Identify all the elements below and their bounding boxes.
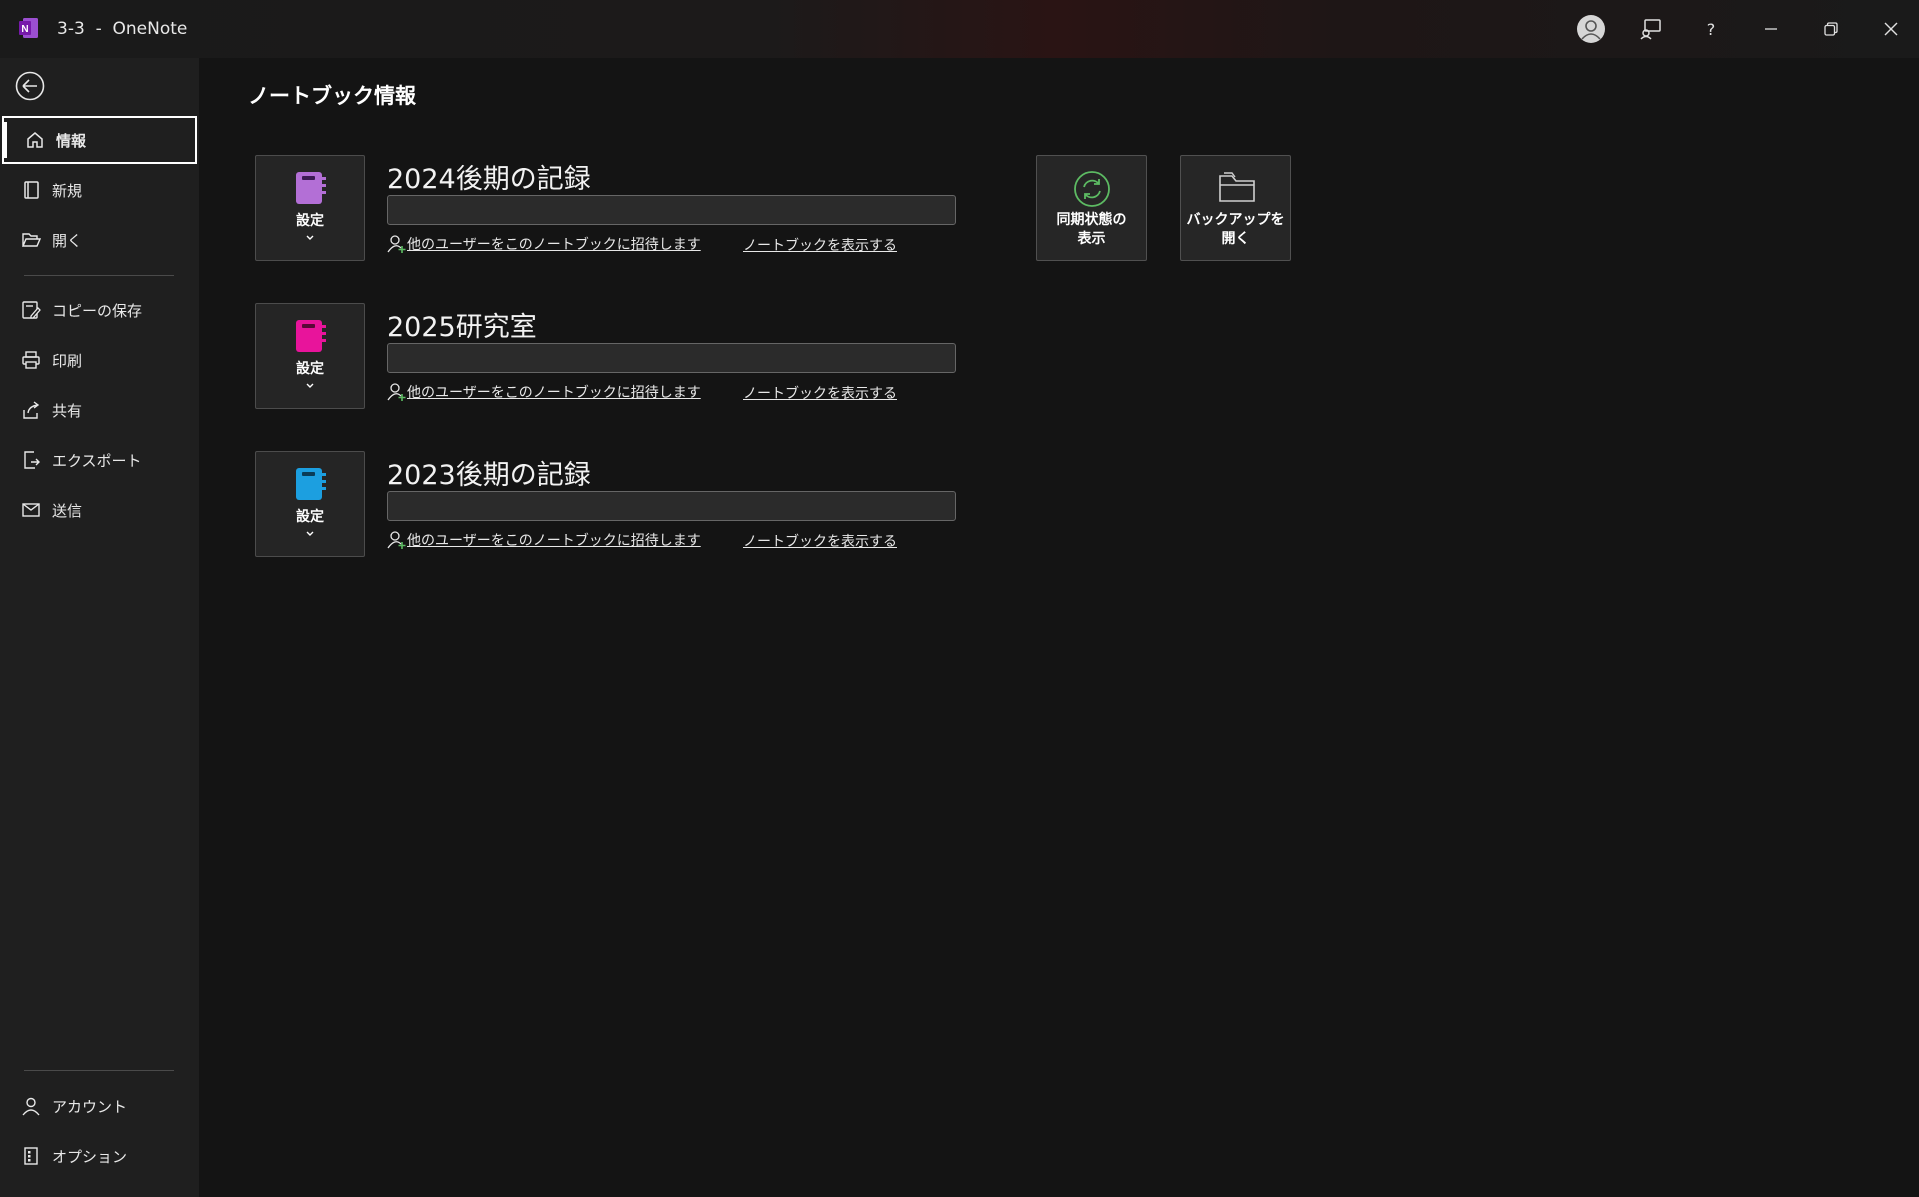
add-person-icon bbox=[387, 531, 406, 549]
notebook-icon bbox=[296, 320, 326, 352]
view-notebook-link[interactable]: ノートブックを表示する bbox=[743, 531, 897, 551]
help-icon: ? bbox=[1706, 19, 1716, 39]
sidebar-divider bbox=[24, 1070, 174, 1071]
notebook-path-field[interactable] bbox=[387, 343, 956, 373]
invite-users-text: 他のユーザーをこのノートブックに招待します bbox=[407, 533, 701, 549]
chevron-down-icon bbox=[306, 531, 314, 536]
nav-item-label: アカウント bbox=[52, 1097, 128, 1116]
account-avatar[interactable] bbox=[1571, 10, 1611, 48]
nav-item-open[interactable]: 開く bbox=[0, 216, 198, 264]
backstage-sidebar: 情報 新規 開く コピーの保存 印刷 共有 エクスポート 送信 アカウント オプ… bbox=[0, 58, 199, 1197]
folder-open-icon bbox=[20, 229, 42, 251]
notebook-settings-button[interactable]: 設定 bbox=[255, 303, 365, 409]
window-title: 3-3 - OneNote bbox=[57, 19, 188, 39]
nav-item-label: 印刷 bbox=[52, 351, 83, 370]
nav-item-print[interactable]: 印刷 bbox=[0, 336, 198, 384]
settings-label: 設定 bbox=[296, 213, 324, 229]
avatar-icon bbox=[1577, 15, 1605, 43]
share-icon bbox=[20, 399, 42, 421]
nav-item-label: 共有 bbox=[52, 401, 83, 420]
view-sync-status-button[interactable]: 同期状態の 表示 bbox=[1036, 155, 1147, 261]
nav-item-label: 開く bbox=[52, 231, 83, 250]
add-person-icon bbox=[387, 235, 406, 253]
person-icon bbox=[20, 1095, 42, 1117]
page-title: ノートブック情報 bbox=[248, 84, 416, 108]
home-icon bbox=[24, 129, 46, 151]
notebook-icon bbox=[296, 172, 326, 204]
feedback-icon bbox=[1640, 19, 1661, 40]
send-icon bbox=[20, 499, 42, 521]
nav-item-options[interactable]: オプション bbox=[0, 1132, 198, 1180]
notebook-settings-button[interactable]: 設定 bbox=[255, 451, 365, 557]
options-icon bbox=[20, 1145, 42, 1167]
save-copy-icon bbox=[20, 299, 42, 321]
invite-users-link[interactable]: 他のユーザーをこのノートブックに招待します bbox=[387, 530, 701, 550]
nav-item-label: 新規 bbox=[52, 181, 83, 200]
invite-users-link[interactable]: 他のユーザーをこのノートブックに招待します bbox=[387, 382, 701, 402]
feedback-button[interactable] bbox=[1631, 10, 1671, 48]
onenote-logo-icon: N bbox=[19, 18, 38, 38]
invite-users-link[interactable]: 他のユーザーをこのノートブックに招待します bbox=[387, 234, 701, 254]
restore-icon bbox=[1824, 22, 1838, 36]
sync-icon bbox=[1074, 171, 1110, 207]
notebook-name: 2023後期の記録 bbox=[387, 460, 591, 491]
chevron-down-icon bbox=[306, 235, 314, 240]
minimize-button[interactable] bbox=[1751, 10, 1791, 48]
view-notebook-link[interactable]: ノートブックを表示する bbox=[743, 235, 897, 255]
nav-item-account[interactable]: アカウント bbox=[0, 1082, 198, 1130]
view-sync-status-label: 同期状態の 表示 bbox=[1056, 212, 1127, 247]
back-button[interactable] bbox=[14, 70, 46, 102]
nav-item-new[interactable]: 新規 bbox=[0, 166, 198, 214]
invite-users-text: 他のユーザーをこのノートブックに招待します bbox=[407, 237, 701, 253]
notebook-icon bbox=[296, 468, 326, 500]
nav-item-label: エクスポート bbox=[52, 451, 142, 470]
settings-label: 設定 bbox=[296, 361, 324, 377]
add-person-icon bbox=[387, 383, 406, 401]
nav-item-label: 送信 bbox=[52, 501, 83, 520]
settings-label: 設定 bbox=[296, 509, 324, 525]
view-notebook-link[interactable]: ノートブックを表示する bbox=[743, 383, 897, 403]
restore-button[interactable] bbox=[1811, 10, 1851, 48]
svg-text:N: N bbox=[21, 24, 28, 35]
export-icon bbox=[20, 449, 42, 471]
notebook-name: 2024後期の記録 bbox=[387, 164, 591, 195]
notebook-name: 2025研究室 bbox=[387, 312, 537, 343]
minimize-icon bbox=[1765, 28, 1777, 30]
notebook-settings-button[interactable]: 設定 bbox=[255, 155, 365, 261]
notebook-path-field[interactable] bbox=[387, 195, 956, 225]
nav-item-share[interactable]: 共有 bbox=[0, 386, 198, 434]
nav-item-label: コピーの保存 bbox=[52, 301, 143, 320]
nav-item-info[interactable]: 情報 bbox=[2, 116, 197, 164]
close-button[interactable] bbox=[1871, 10, 1911, 48]
nav-item-label: 情報 bbox=[56, 131, 87, 150]
printer-icon bbox=[20, 349, 42, 371]
chevron-down-icon bbox=[306, 383, 314, 388]
new-notebook-icon bbox=[20, 179, 42, 201]
close-icon bbox=[1884, 22, 1898, 36]
nav-item-send[interactable]: 送信 bbox=[0, 486, 198, 534]
back-arrow-icon bbox=[15, 71, 45, 101]
nav-item-label: オプション bbox=[52, 1147, 128, 1166]
nav-item-export[interactable]: エクスポート bbox=[0, 436, 198, 484]
help-button[interactable]: ? bbox=[1691, 10, 1731, 48]
invite-users-text: 他のユーザーをこのノートブックに招待します bbox=[407, 385, 701, 401]
open-backups-button[interactable]: バックアップを 開く bbox=[1180, 155, 1291, 261]
title-bar: N 3-3 - OneNote ? bbox=[0, 0, 1919, 58]
nav-item-save-copy[interactable]: コピーの保存 bbox=[0, 286, 198, 334]
open-backups-label: バックアップを 開く bbox=[1186, 212, 1285, 247]
sidebar-divider bbox=[24, 275, 174, 276]
folder-icon bbox=[1219, 172, 1255, 202]
notebook-path-field[interactable] bbox=[387, 491, 956, 521]
